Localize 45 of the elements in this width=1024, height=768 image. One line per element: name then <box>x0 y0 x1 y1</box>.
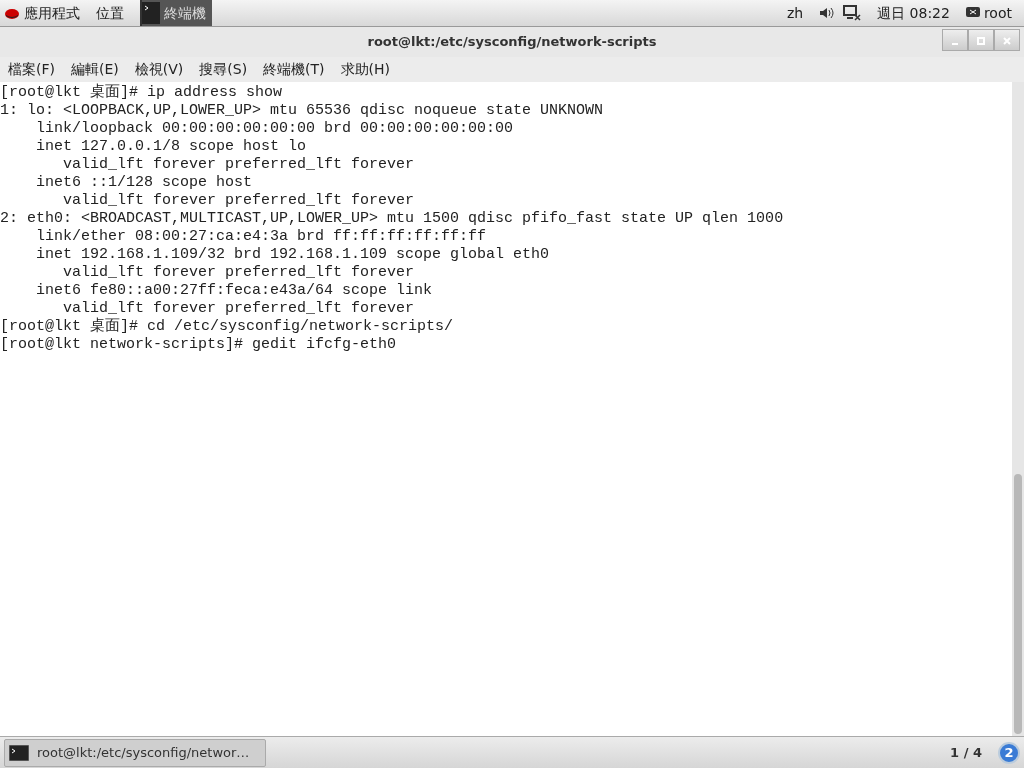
menu-item[interactable]: 編輯(E) <box>71 59 119 80</box>
menu-item[interactable]: 終端機(T) <box>263 59 325 80</box>
network-icon[interactable] <box>843 5 862 21</box>
clock[interactable]: 週日 08:22 <box>877 2 950 24</box>
terminal-line: inet 192.168.1.109/32 brd 192.168.1.109 scope global eth0 <box>35 246 551 264</box>
terminal-icon <box>142 2 160 24</box>
terminal-line: inet 127.0.0.1/8 scope host lo <box>35 138 308 156</box>
notification-counter[interactable]: 2 <box>998 741 1020 764</box>
close-button[interactable] <box>994 29 1020 51</box>
applications-menu[interactable]: 應用程式 <box>4 2 80 24</box>
minimize-button[interactable] <box>942 29 968 51</box>
terminal-line: valid_lft forever preferred_lft forever <box>62 300 416 317</box>
terminal-icon <box>9 744 29 761</box>
places-menu[interactable]: 位置 <box>96 2 124 24</box>
menu-item[interactable]: 搜尋(S) <box>199 59 248 80</box>
input-method-indicator[interactable]: zh <box>786 2 804 24</box>
terminal-line: inet6 fe80::a00:27ff:feca:e43a/64 scope link <box>35 282 434 300</box>
close-icon <box>1003 36 1011 45</box>
terminal-line: valid_lft forever preferred_lft forever <box>62 156 416 174</box>
window-title: root@lkt:/etc/sysconfig/network-scripts <box>367 33 657 52</box>
active-app-button[interactable]: 終端機 <box>140 0 212 26</box>
minimize-icon <box>952 42 958 45</box>
terminal-line: valid_lft forever preferred_lft forever <box>62 264 416 282</box>
terminal-line: valid_lft forever preferred_lft forever <box>62 192 416 210</box>
maximize-icon <box>977 36 985 45</box>
user-status-icon <box>965 7 980 19</box>
menu-item[interactable]: 求助(H) <box>340 59 391 80</box>
terminal-line: 1: lo: <LOOPBACK,UP,LOWER_UP> mtu 65536 qdisc noqueue state UNKNOWN <box>0 102 605 120</box>
task-button[interactable]: root@lkt:/etc/sysconfig/networ… <box>4 738 266 767</box>
menu-item[interactable]: 檢視(V) <box>134 59 184 80</box>
terminal-line: link/ether 08:00:27:ca:e4:3a brd ff:ff:ff:ff:ff:ff <box>35 228 488 246</box>
terminal-line: link/loopback 00:00:00:00:00:00 brd 00:00:00:00:00:00 <box>35 120 515 138</box>
maximize-button[interactable] <box>968 29 994 51</box>
terminal-line: [root@lkt network-scripts]# gedit ifcfg-eth0 <box>0 336 398 354</box>
terminal-line: inet6 ::1/128 scope host <box>35 174 254 192</box>
scrollbar[interactable] <box>1012 82 1024 736</box>
volume-icon[interactable] <box>819 6 836 20</box>
workspace-indicator[interactable]: 1 / 4 <box>950 742 982 763</box>
terminal-line: 2: eth0: <BROADCAST,MULTICAST,UP,LOWER_UP> mtu 1500 qdisc pfifo_fast state UP qlen 1000 <box>0 210 785 228</box>
hat-icon <box>4 6 20 20</box>
terminal-line: [root@lkt 桌面]# cd /etc/sysconfig/network-scripts/ <box>0 318 455 336</box>
terminal-line: [root@lkt 桌面]# ip address show <box>0 84 284 102</box>
scrollbar-thumb[interactable] <box>1014 474 1022 734</box>
user-menu[interactable]: root <box>965 2 1012 24</box>
menu-item[interactable]: 檔案(F) <box>8 59 55 80</box>
